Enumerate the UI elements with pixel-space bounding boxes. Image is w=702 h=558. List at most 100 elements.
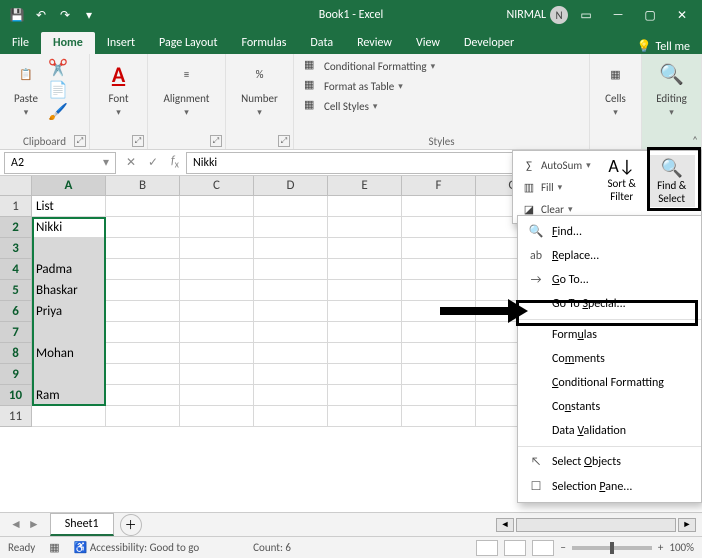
col-header-F[interactable]: F (402, 176, 476, 196)
cell-F11[interactable] (402, 406, 476, 427)
row-header-11[interactable]: 11 (0, 406, 32, 427)
page-layout-view-button[interactable] (504, 540, 526, 556)
ribbon-options-icon[interactable]: ▭ (572, 4, 600, 26)
col-header-B[interactable]: B (106, 176, 180, 196)
menu-constants[interactable]: Constants (518, 395, 701, 419)
cell-D5[interactable] (254, 280, 328, 301)
menu-goto-special[interactable]: Go To Special... (518, 292, 701, 316)
row-header-9[interactable]: 9 (0, 364, 32, 385)
cell-F3[interactable] (402, 238, 476, 259)
macro-record-icon[interactable]: ▦ (49, 541, 59, 554)
cell-B4[interactable] (106, 259, 180, 280)
zoom-slider[interactable] (572, 546, 652, 550)
cell-F8[interactable] (402, 343, 476, 364)
cell-B2[interactable] (106, 217, 180, 238)
cell-B3[interactable] (106, 238, 180, 259)
collapse-ribbon-icon[interactable]: ˄ (692, 134, 698, 147)
tab-review[interactable]: Review (345, 32, 404, 54)
sheet-tab-sheet1[interactable]: Sheet1 (50, 513, 114, 536)
cell-B9[interactable] (106, 364, 180, 385)
row-header-10[interactable]: 10 (0, 385, 32, 406)
cell-F7[interactable] (402, 322, 476, 343)
cell-C8[interactable] (180, 343, 254, 364)
cell-E1[interactable] (328, 196, 402, 217)
maximize-icon[interactable]: ▢ (636, 4, 664, 26)
cell-A2[interactable]: Nikki (32, 217, 106, 238)
cell-B8[interactable] (106, 343, 180, 364)
cell-F1[interactable] (402, 196, 476, 217)
cell-A4[interactable]: Padma (32, 259, 106, 280)
cell-D4[interactable] (254, 259, 328, 280)
cell-C6[interactable] (180, 301, 254, 322)
minimize-icon[interactable]: — (604, 4, 632, 26)
qat-customize-icon[interactable]: ▾ (78, 4, 100, 26)
accessibility-status[interactable]: ♿ Accessibility: Good to go (74, 541, 199, 554)
redo-icon[interactable]: ↷ (54, 4, 76, 26)
prev-sheet-icon[interactable]: ◄ (10, 517, 22, 532)
cell-E2[interactable] (328, 217, 402, 238)
cell-F9[interactable] (402, 364, 476, 385)
cell-C10[interactable] (180, 385, 254, 406)
menu-formulas[interactable]: Formulas (518, 323, 701, 347)
cell-A3[interactable] (32, 238, 106, 259)
cell-C4[interactable] (180, 259, 254, 280)
menu-data-validation[interactable]: Data Validation (518, 419, 701, 443)
cell-A9[interactable] (32, 364, 106, 385)
format-painter-icon[interactable]: 🖌️ (48, 102, 68, 122)
user-avatar[interactable]: N (550, 6, 568, 24)
cell-F10[interactable] (402, 385, 476, 406)
cell-C11[interactable] (180, 406, 254, 427)
cells-button[interactable]: ▦ Cells ▾ (596, 56, 635, 120)
tab-developer[interactable]: Developer (452, 32, 526, 54)
cell-C5[interactable] (180, 280, 254, 301)
editing-button[interactable]: 🔍 Editing ▾ (648, 56, 695, 120)
cell-E5[interactable] (328, 280, 402, 301)
conditional-formatting-button[interactable]: ▦Conditional Formatting▾ (300, 56, 583, 76)
zoom-out-button[interactable]: − (560, 541, 565, 554)
row-header-5[interactable]: 5 (0, 280, 32, 301)
cell-D9[interactable] (254, 364, 328, 385)
cell-A1[interactable]: List (32, 196, 106, 217)
cell-B11[interactable] (106, 406, 180, 427)
row-header-1[interactable]: 1 (0, 196, 32, 217)
cell-A10[interactable]: Ram (32, 385, 106, 406)
cell-A8[interactable]: Mohan (32, 343, 106, 364)
tell-me[interactable]: 💡 Tell me (637, 39, 702, 54)
col-header-D[interactable]: D (254, 176, 328, 196)
scroll-left-icon[interactable]: ◄ (496, 518, 514, 532)
cell-D6[interactable] (254, 301, 328, 322)
undo-icon[interactable]: ↶ (30, 4, 52, 26)
menu-goto[interactable]: →Go To... (518, 268, 701, 292)
cell-F4[interactable] (402, 259, 476, 280)
page-break-view-button[interactable] (532, 540, 554, 556)
cell-styles-button[interactable]: ▦Cell Styles▾ (300, 96, 583, 116)
fill-button[interactable]: ▥Fill▾ (517, 177, 595, 197)
row-header-4[interactable]: 4 (0, 259, 32, 280)
cell-A11[interactable] (32, 406, 106, 427)
cell-E3[interactable] (328, 238, 402, 259)
cell-C2[interactable] (180, 217, 254, 238)
normal-view-button[interactable] (476, 540, 498, 556)
col-header-C[interactable]: C (180, 176, 254, 196)
col-header-A[interactable]: A (32, 176, 106, 196)
autosum-button[interactable]: ∑AutoSum▾ (517, 155, 595, 175)
cell-B7[interactable] (106, 322, 180, 343)
cell-A6[interactable]: Priya (32, 301, 106, 322)
sort-filter-button[interactable]: A↓ Sort & Filter (601, 155, 643, 203)
menu-conditional-formatting[interactable]: Conditional Formatting (518, 371, 701, 395)
find-select-button[interactable]: 🔍 Find & Select (649, 155, 695, 207)
cancel-formula-icon[interactable]: ✕ (120, 155, 142, 170)
cell-D11[interactable] (254, 406, 328, 427)
cell-E11[interactable] (328, 406, 402, 427)
tab-formulas[interactable]: Formulas (229, 32, 298, 54)
menu-select-objects[interactable]: ↖Select Objects (518, 450, 701, 474)
menu-selection-pane[interactable]: ☐Selection Pane... (518, 474, 701, 499)
cell-D7[interactable] (254, 322, 328, 343)
cell-F2[interactable] (402, 217, 476, 238)
tab-view[interactable]: View (404, 32, 452, 54)
tab-data[interactable]: Data (298, 32, 345, 54)
fx-icon[interactable]: fx (164, 154, 186, 170)
horizontal-scrollbar[interactable] (516, 518, 676, 532)
row-header-3[interactable]: 3 (0, 238, 32, 259)
row-header-8[interactable]: 8 (0, 343, 32, 364)
